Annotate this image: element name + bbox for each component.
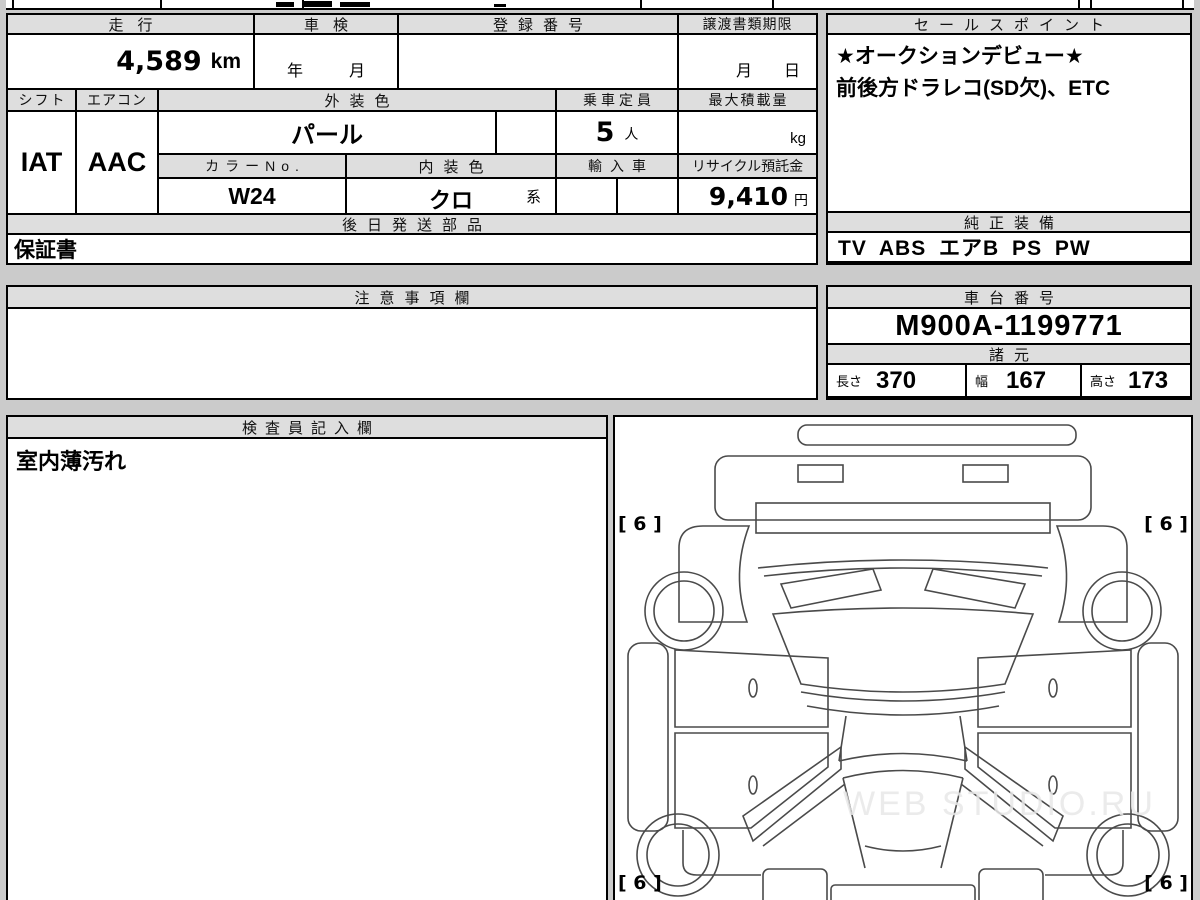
color-no-header: カラーNo. — [159, 155, 345, 177]
import-cell-2 — [618, 179, 677, 213]
cutoff-text-fragment — [304, 1, 332, 7]
registration-header: 登録番号 — [399, 15, 677, 33]
chassis-header: 車台番号 — [828, 287, 1190, 307]
spec-width-cell: 幅 167 — [967, 365, 1080, 396]
mileage-value-cell: 4,589 km — [8, 35, 253, 88]
chassis-box: 車台番号 M900A-1199771 諸元 長さ 370 幅 167 高さ 17… — [826, 285, 1192, 400]
transfer-deadline-header: 譲渡書類期限 — [679, 15, 816, 33]
inspector-header: 検査員記入欄 — [8, 417, 606, 437]
spec-height-value: 173 — [1128, 366, 1169, 394]
panel-grade-top-left: [ 6 ] — [618, 513, 662, 535]
inspector-note: 室内薄汚れ — [8, 439, 606, 900]
maxload-unit: kg — [790, 130, 806, 147]
exterior-color-header: 外装色 — [159, 90, 555, 110]
mileage-unit: km — [210, 49, 241, 73]
chassis-value: M900A-1199771 — [828, 309, 1190, 343]
shift-value: IAT — [8, 112, 75, 213]
spec-length-value: 370 — [876, 366, 917, 394]
notes-header: 注意事項欄 — [8, 287, 816, 307]
car-diagram-box: [ 6 ] [ 6 ] [ 6 ] [ 6 ] WEB STUDIO.RU — [613, 415, 1193, 900]
interior-color-cell: クロ 系 — [347, 179, 555, 213]
sales-point-box: セールスポイント ★オークションデビュー★ 前後方ドラレコ(SD欠)、ETC 純… — [826, 13, 1192, 265]
transfer-month-label: 月 — [735, 63, 752, 80]
transfer-day-label: 日 — [783, 63, 800, 80]
car-top-view-diagram — [627, 424, 1179, 900]
sales-point-line2: 前後方ドラレコ(SD欠)、ETC — [836, 77, 1111, 100]
later-parts-header: 後日発送部品 — [8, 215, 816, 233]
equipment-value: TV ABS エアB PS PW — [828, 233, 1190, 261]
spec-length-cell: 長さ 370 — [828, 365, 965, 396]
cutoff-divider — [12, 0, 14, 8]
cutoff-text-fragment — [494, 4, 506, 7]
aircon-header: エアコン — [77, 90, 157, 110]
cutoff-divider — [772, 0, 774, 8]
car-diagram-area: [ 6 ] [ 6 ] [ 6 ] [ 6 ] WEB STUDIO.RU — [615, 417, 1191, 900]
panel-grade-top-right: [ 6 ] — [1144, 513, 1188, 535]
transfer-deadline-cell: 月 日 — [679, 35, 816, 88]
cutoff-divider — [640, 0, 642, 8]
maxload-header: 最大積載量 — [679, 90, 816, 110]
recycle-fee-value: 9,410 — [708, 181, 788, 211]
spec-width-label: 幅 — [975, 374, 989, 389]
inspector-box: 検査員記入欄 室内薄汚れ — [6, 415, 608, 900]
mileage-header: 走行 — [8, 15, 253, 33]
panel-grade-bottom-right: [ 6 ] — [1144, 872, 1188, 894]
color-no-value: W24 — [159, 179, 345, 213]
specs-header: 諸元 — [828, 345, 1190, 363]
recycle-fee-cell: 9,410 円 — [679, 179, 816, 213]
shift-header: シフト — [8, 90, 75, 110]
capacity-header: 乗車定員 — [557, 90, 677, 110]
cutoff-text-fragment — [340, 2, 370, 7]
exterior-color-extra-cell — [497, 112, 555, 153]
spec-length-label: 長さ — [836, 374, 863, 389]
cutoff-divider — [1078, 0, 1080, 8]
cutoff-divider — [1182, 0, 1184, 8]
sales-point-line1: ★オークションデビュー★ — [836, 45, 1084, 68]
interior-color-header: 内装色 — [347, 155, 555, 177]
recycle-fee-header: リサイクル預託金 — [679, 155, 816, 177]
registration-value-cell — [399, 35, 677, 88]
maxload-value-cell: kg — [679, 112, 816, 153]
cutoff-divider — [160, 0, 162, 8]
import-header: 輸入車 — [557, 155, 677, 177]
spec-height-label: 高さ — [1090, 374, 1117, 389]
capacity-unit: 人 — [624, 126, 639, 142]
cutoff-row — [6, 0, 1194, 10]
shaken-value-cell: 年 月 — [255, 35, 397, 88]
import-cell-1 — [557, 179, 616, 213]
spec-height-cell: 高さ 173 — [1082, 365, 1190, 396]
mileage-value: 4,589 — [116, 46, 202, 77]
shaken-year-label: 年 — [286, 63, 303, 80]
cutoff-text-fragment — [276, 2, 294, 7]
spec-width-value: 167 — [1006, 366, 1047, 394]
equipment-header: 純正装備 — [828, 213, 1190, 231]
main-info-table: 走行 車検 登録番号 譲渡書類期限 4,589 km 年 月 月 日 シフト エ… — [6, 13, 818, 265]
notes-box: 注意事項欄 — [6, 285, 818, 400]
capacity-value: 5 — [595, 117, 615, 148]
exterior-color-value: パール — [159, 112, 495, 153]
sales-point-content: ★オークションデビュー★ 前後方ドラレコ(SD欠)、ETC — [828, 35, 1190, 211]
interior-color-value: クロ — [428, 188, 473, 213]
recycle-fee-unit: 円 — [794, 192, 808, 208]
notes-content — [8, 309, 816, 398]
sales-point-header: セールスポイント — [828, 15, 1190, 33]
shaken-month-label: 月 — [349, 63, 366, 80]
interior-color-suffix: 系 — [525, 189, 541, 206]
shaken-header: 車検 — [255, 15, 397, 33]
later-parts-value: 保証書 — [8, 235, 816, 263]
auction-sheet: 走行 車検 登録番号 譲渡書類期限 4,589 km 年 月 月 日 シフト エ… — [0, 0, 1200, 900]
capacity-value-cell: 5 人 — [557, 112, 677, 153]
cutoff-divider — [1090, 0, 1092, 8]
panel-grade-bottom-left: [ 6 ] — [618, 872, 662, 894]
aircon-value: AAC — [77, 112, 157, 213]
